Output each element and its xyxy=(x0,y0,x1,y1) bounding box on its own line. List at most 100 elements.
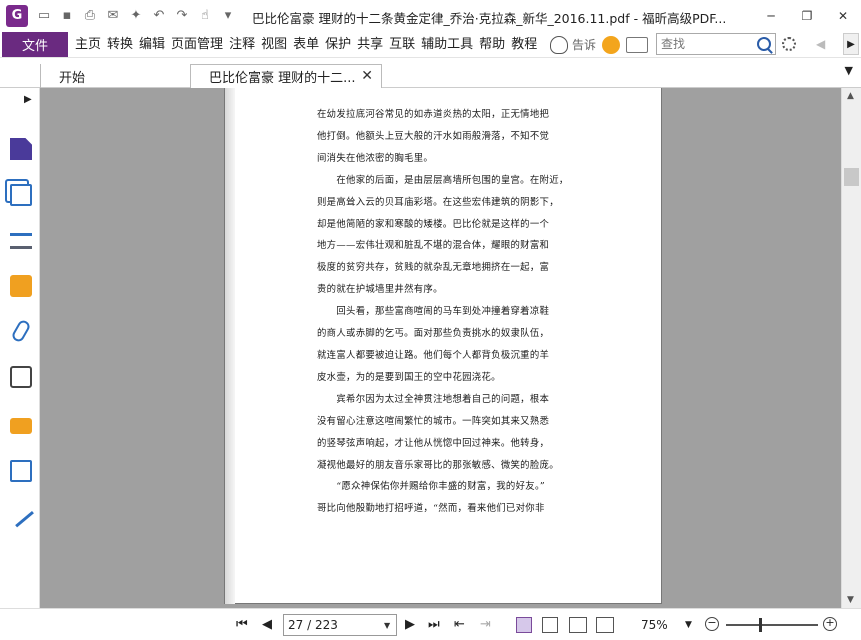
menu-form[interactable]: 表单 xyxy=(290,32,322,57)
document-tab-bar: 开始 巴比伦富豪 理财的十二... ✕ ▼ xyxy=(0,58,861,88)
undo-icon[interactable]: ↶ xyxy=(149,6,169,26)
vertical-scrollbar[interactable]: ▲ ▼ xyxy=(841,88,861,608)
text-line: 凝视他最好的朋友音乐家哥比的那张敏感、微笑的脸庞。 xyxy=(317,459,559,471)
pdf-page[interactable]: 在幼发拉底河谷常见的如赤道炎热的太阳，正无情地把 他打倒。他额头上豆大般的汗水如… xyxy=(224,88,662,604)
tell-me-label[interactable]: 告诉 xyxy=(572,36,596,53)
menu-bar: 文件 主页 转换 编辑 页面管理 注释 视图 表单 保护 共享 互联 辅助工具 … xyxy=(0,31,861,58)
document-viewport[interactable]: 在幼发拉底河谷常见的如赤道炎热的太阳，正无情地把 他打倒。他额头上豆大般的汗水如… xyxy=(40,88,841,608)
single-page-view-icon[interactable] xyxy=(516,617,532,633)
next-view-icon[interactable]: ⇥ xyxy=(480,617,491,632)
menu-edit[interactable]: 编辑 xyxy=(136,32,168,57)
text-line: 的竖琴弦声响起，才让他从恍惚中回过神来。他转身， xyxy=(317,437,550,449)
previous-page-icon[interactable]: ◀ xyxy=(262,617,272,632)
redo-icon[interactable]: ↷ xyxy=(172,6,192,26)
menu-protect[interactable]: 保护 xyxy=(322,32,354,57)
continuous-facing-view-icon[interactable] xyxy=(596,617,614,633)
qa-dropdown-icon[interactable]: ▾ xyxy=(218,6,238,26)
pages-icon[interactable] xyxy=(10,184,32,206)
app-logo-icon[interactable]: G xyxy=(6,4,28,27)
maximize-button[interactable]: ❐ xyxy=(789,0,825,31)
menu-home[interactable]: 主页 xyxy=(72,32,104,57)
signature-icon[interactable] xyxy=(10,366,32,388)
email-icon[interactable]: ✉ xyxy=(103,6,123,26)
minimize-button[interactable]: ─ xyxy=(753,0,789,31)
menu-share[interactable]: 共享 xyxy=(354,32,386,57)
tab-start[interactable]: 开始 xyxy=(40,64,190,88)
menu-accessibility[interactable]: 辅助工具 xyxy=(418,32,476,57)
quick-access-toolbar: ▭ ▪ ⎙ ✉ ✦ ↶ ↷ ☝ ▾ xyxy=(34,6,241,26)
comments-icon[interactable] xyxy=(10,275,32,297)
scroll-up-icon[interactable]: ▲ xyxy=(847,91,854,101)
menu-organize[interactable]: 页面管理 xyxy=(168,32,226,57)
lightbulb-icon[interactable] xyxy=(550,35,568,54)
zoom-dropdown-icon[interactable]: ▼ xyxy=(685,620,692,630)
last-page-icon[interactable]: ⏭ xyxy=(428,617,440,632)
facing-view-icon[interactable] xyxy=(569,617,587,633)
open-icon[interactable]: ▭ xyxy=(34,6,54,26)
scrollbar-thumb[interactable] xyxy=(844,168,859,186)
certificate-icon[interactable] xyxy=(8,502,34,528)
chevron-down-icon[interactable]: ▼ xyxy=(845,64,853,77)
close-button[interactable]: ✕ xyxy=(825,0,861,31)
feedback-smiley-icon[interactable] xyxy=(602,35,621,54)
gear-icon[interactable] xyxy=(782,37,796,51)
text-line: 皮水壶，为的是要到国王的空中花园浇花。 xyxy=(317,371,501,383)
text-line: 在幼发拉底河谷常见的如赤道炎热的太阳，正无情地把 xyxy=(317,109,550,120)
helper-tools: 告诉 xyxy=(550,33,654,56)
tab-label: 开始 xyxy=(59,70,86,86)
page-thumbnail-icon[interactable] xyxy=(10,138,32,160)
hand-icon[interactable]: ☝ xyxy=(195,6,215,26)
continuous-view-icon[interactable] xyxy=(542,617,558,633)
menu-convert[interactable]: 转换 xyxy=(104,32,136,57)
print-icon[interactable]: ⎙ xyxy=(80,6,100,26)
expand-panel-icon[interactable]: ▶ xyxy=(24,94,32,105)
chevron-left-icon[interactable]: ◀ xyxy=(816,37,825,51)
menu-tutorial[interactable]: 教程 xyxy=(508,32,540,57)
find-in-folder-icon[interactable] xyxy=(626,36,649,53)
file-menu-button[interactable]: 文件 xyxy=(2,31,68,57)
attachments-icon[interactable] xyxy=(10,318,32,344)
page-text: 在幼发拉底河谷常见的如赤道炎热的太阳，正无情地把 他打倒。他额头上豆大般的汗水如… xyxy=(317,104,577,520)
text-line: 地方——宏伟壮观和脏乱不堪的混合体，耀眼的财富和 xyxy=(317,240,550,252)
page-scan-edge xyxy=(225,88,235,604)
tab-document[interactable]: 巴比伦富豪 理财的十二... ✕ xyxy=(190,64,382,88)
zoom-level[interactable]: 75% xyxy=(641,618,668,632)
menu-help[interactable]: 帮助 xyxy=(476,32,508,57)
text-line: 的商人或赤脚的乞丐。面对那些负责挑水的奴隶队伍， xyxy=(317,328,550,340)
navigation-sidebar: ▶ xyxy=(0,88,40,608)
text-line: 却是他简陋的家和寒酸的矮楼。巴比伦就是这样的一个 xyxy=(317,218,550,230)
zoom-out-icon[interactable]: − xyxy=(705,617,719,631)
tab-label: 巴比伦富豪 理财的十二... xyxy=(209,71,356,86)
form-fields-icon[interactable] xyxy=(10,460,32,482)
menu-items: 主页 转换 编辑 页面管理 注释 视图 表单 保护 共享 互联 辅助工具 帮助 … xyxy=(72,32,540,57)
first-page-icon[interactable]: ⏮ xyxy=(236,617,248,632)
chevron-down-icon[interactable]: ▼ xyxy=(384,621,390,630)
title-bar: G ▭ ▪ ⎙ ✉ ✦ ↶ ↷ ☝ ▾ 巴比伦富豪 理财的十二条黄金定律_乔治·… xyxy=(0,0,861,31)
text-line: “愿众神保佑你并赐给你丰盛的财富，我的好友。” xyxy=(317,481,546,493)
search-input[interactable] xyxy=(661,35,757,53)
text-line: 他打倒。他额头上豆大般的汗水如雨般滑落，不知不觉 xyxy=(317,130,550,142)
text-line: 在他家的后面，是由层层高墙所包围的皇宫。在附近， xyxy=(317,174,569,186)
scroll-down-icon[interactable]: ▼ xyxy=(847,595,854,605)
zoom-slider-thumb[interactable] xyxy=(759,618,763,632)
text-line: 贵的就在护城墙里井然有序。 xyxy=(317,284,443,296)
chevron-right-icon[interactable]: ▶ xyxy=(843,33,859,55)
new-icon[interactable]: ✦ xyxy=(126,6,146,26)
save-icon[interactable]: ▪ xyxy=(57,6,77,26)
security-icon[interactable] xyxy=(10,418,32,434)
zoom-slider-track[interactable] xyxy=(726,624,818,626)
menu-comment[interactable]: 注释 xyxy=(226,32,258,57)
zoom-in-icon[interactable]: + xyxy=(823,617,837,631)
page-number-input[interactable] xyxy=(288,616,384,634)
menu-connect[interactable]: 互联 xyxy=(386,32,418,57)
text-line: 回头看，那些富商喧闹的马车到处冲撞着穿着凉鞋 xyxy=(317,306,550,318)
menu-view[interactable]: 视图 xyxy=(258,32,290,57)
previous-view-icon[interactable]: ⇤ xyxy=(454,617,465,632)
text-line: 宾希尔因为太过全神贯注地想着自己的问题，根本 xyxy=(317,393,550,405)
text-line: 没有留心注意这喧闹繁忙的城市。一阵突如其来又熟悉 xyxy=(317,415,550,427)
close-icon[interactable]: ✕ xyxy=(361,68,373,84)
search-icon[interactable] xyxy=(757,37,771,51)
layers-icon[interactable] xyxy=(10,233,32,249)
window-title: 巴比伦富豪 理财的十二条黄金定律_乔治·克拉森_新华_2016.11.pdf -… xyxy=(252,11,727,26)
next-page-icon[interactable]: ▶ xyxy=(405,617,415,632)
